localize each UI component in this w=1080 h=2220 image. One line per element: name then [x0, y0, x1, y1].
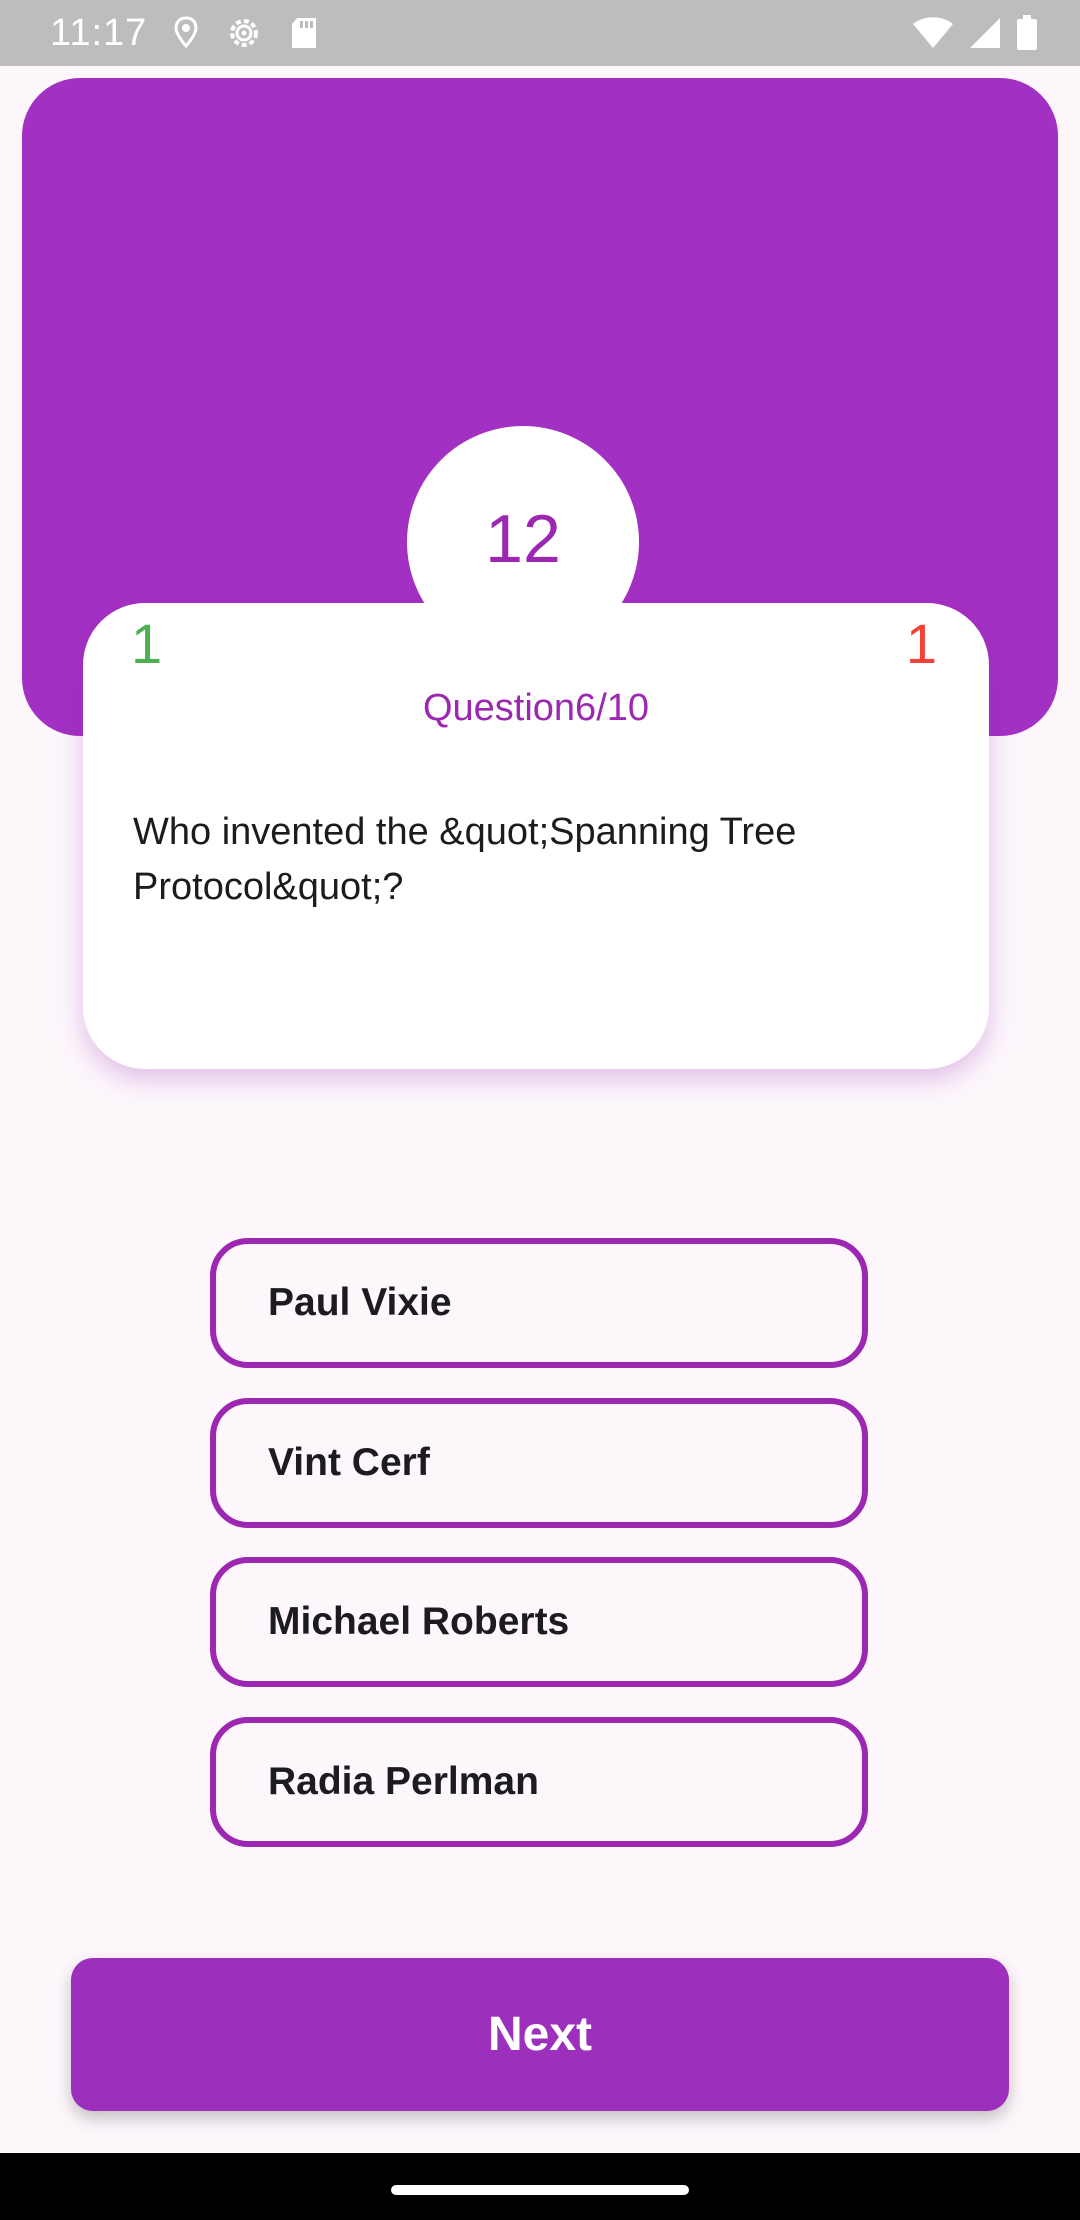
timer-value: 12: [485, 501, 561, 577]
answer-option-3[interactable]: Michael Roberts: [210, 1557, 868, 1687]
sd-card-icon: [289, 16, 319, 50]
correct-count: 1: [131, 612, 163, 675]
wrong-count: 1: [905, 612, 937, 675]
answer-option-label: Radia Perlman: [268, 1760, 539, 1803]
question-counter: Question6/10: [422, 687, 650, 729]
question-card: 1 1 Question6/10 Who invented the &quot;…: [83, 603, 989, 1069]
question-text: Who invented the &quot;Spanning Tree Pro…: [133, 811, 797, 908]
status-bar: 11:17: [0, 0, 1080, 66]
answer-option-label: Paul Vixie: [268, 1281, 452, 1324]
wifi-icon: [912, 16, 954, 50]
signal-icon: [968, 16, 1002, 50]
answer-option-label: Vint Cerf: [268, 1441, 430, 1484]
next-button-label: Next: [487, 2008, 593, 2061]
location-pin-icon: [173, 16, 199, 50]
answer-option-4[interactable]: Radia Perlman: [210, 1717, 868, 1847]
battery-icon: [1016, 15, 1038, 51]
answer-option-2[interactable]: Vint Cerf: [210, 1398, 868, 1528]
home-gesture-handle[interactable]: [391, 2185, 689, 2195]
navigation-bar: [0, 2153, 1080, 2220]
timer-circle: 12: [407, 426, 639, 658]
answer-option-label: Michael Roberts: [268, 1600, 570, 1643]
status-left: 11:17: [50, 0, 319, 66]
settings-gear-icon: [225, 14, 263, 52]
next-button[interactable]: Next: [71, 1958, 1009, 2111]
answer-option-1[interactable]: Paul Vixie: [210, 1238, 868, 1368]
status-right: [912, 0, 1038, 66]
status-time: 11:17: [50, 11, 148, 54]
